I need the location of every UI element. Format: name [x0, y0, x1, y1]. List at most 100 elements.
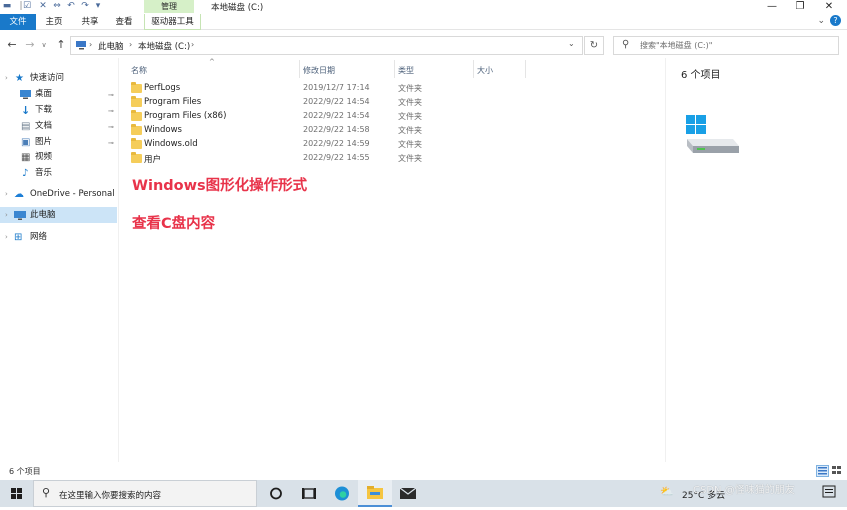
nav-onedrive[interactable]: OneDrive - Personal [30, 187, 115, 202]
details-view-icon[interactable] [816, 465, 829, 477]
close-button[interactable]: ✕ [814, 0, 844, 14]
pin-icon[interactable]: ⊸ [108, 139, 114, 147]
nav-music[interactable]: 音乐 [35, 166, 52, 181]
maximize-button[interactable]: ❐ [785, 0, 815, 14]
rename-icon[interactable]: ⇔ [52, 1, 62, 11]
breadcrumb-this-pc[interactable]: 此电脑 [98, 40, 124, 52]
undo-icon[interactable]: ↶ [66, 1, 76, 11]
status-item-count: 6 个项目 [9, 467, 41, 476]
network-icon: ⊞ [14, 232, 23, 243]
folder-icon [131, 96, 142, 107]
file-type: 文件夹 [398, 140, 422, 149]
file-date: 2022/9/22 14:54 [303, 97, 370, 106]
file-type: 文件夹 [398, 98, 422, 107]
forward-arrow-icon[interactable]: → [24, 38, 36, 52]
breadcrumb-separator-icon: › [191, 40, 195, 49]
folder-icon [131, 110, 142, 121]
column-separator[interactable] [525, 60, 526, 78]
search-input[interactable]: ⚲ 搜索"本地磁盘 (C:)" [613, 36, 839, 55]
column-header-date[interactable]: 修改日期 [303, 65, 335, 76]
task-view-icon[interactable] [292, 480, 326, 507]
notification-center-icon[interactable] [822, 485, 836, 500]
expand-ribbon-icon[interactable]: ⌄ [817, 16, 825, 26]
back-arrow-icon[interactable]: ← [6, 38, 18, 52]
tab-share[interactable]: 共享 [76, 14, 104, 30]
column-separator[interactable] [394, 60, 395, 78]
customize-quick-access-icon[interactable]: ▾ [93, 1, 103, 11]
file-type: 文件夹 [398, 154, 422, 163]
nav-network[interactable]: 网络 [30, 230, 47, 245]
table-row[interactable]: 用户 2022/9/22 14:55 文件夹 [129, 152, 429, 166]
delete-icon[interactable]: ✕ [38, 1, 48, 11]
column-separator[interactable] [299, 60, 300, 78]
breadcrumb-local-disk[interactable]: 本地磁盘 (C:) [138, 40, 190, 52]
file-date: 2022/9/22 14:58 [303, 125, 370, 134]
pin-icon[interactable]: ⊸ [108, 123, 114, 131]
file-explorer-icon[interactable] [358, 480, 392, 507]
breadcrumb-separator-icon: › [129, 40, 133, 49]
drive-icon[interactable]: ▬ [2, 1, 12, 11]
pin-icon[interactable]: ⊸ [108, 91, 114, 99]
tab-file[interactable]: 文件 [0, 14, 36, 30]
mail-icon[interactable] [391, 480, 425, 507]
tab-view[interactable]: 查看 [110, 14, 138, 30]
expand-chevron-icon[interactable]: › [5, 208, 8, 223]
navigation-bar: ← → ∨ ↑ › 此电脑 › 本地磁盘 (C:) › ⌄ ↻ ⚲ 搜索"本地磁… [0, 34, 847, 56]
table-row[interactable]: Windows 2022/9/22 14:58 文件夹 [129, 124, 429, 138]
table-row[interactable]: PerfLogs 2019/12/7 17:14 文件夹 [129, 82, 429, 96]
file-name: Program Files [144, 97, 202, 107]
edge-browser-icon[interactable] [325, 480, 359, 507]
properties-icon[interactable]: ☑ [22, 1, 32, 11]
nav-pictures[interactable]: 图片 [35, 135, 52, 150]
nav-documents[interactable]: 文档 [35, 119, 52, 134]
breadcrumb-separator-icon: › [89, 40, 93, 49]
start-button[interactable] [0, 480, 33, 507]
tab-drive-tools[interactable]: 驱动器工具 [144, 14, 201, 30]
annotation-text: 查看C盘内容 [132, 216, 216, 232]
up-arrow-icon[interactable]: ↑ [55, 38, 67, 52]
table-row[interactable]: Program Files 2022/9/22 14:54 文件夹 [129, 96, 429, 110]
nav-videos[interactable]: 视频 [35, 150, 52, 165]
taskbar-search-input[interactable]: ⚲ 在这里输入你要搜索的内容 [33, 480, 257, 507]
column-header-type[interactable]: 类型 [398, 65, 414, 76]
search-placeholder: 搜索"本地磁盘 (C:)" [640, 41, 713, 50]
weather-cloud-sun-icon: ⛅ [660, 485, 674, 498]
expand-chevron-icon[interactable]: › [5, 230, 8, 245]
folder-icon [131, 152, 142, 163]
pin-icon[interactable]: ⊸ [108, 107, 114, 115]
sort-ascending-icon: ^ [209, 58, 215, 66]
column-header-size[interactable]: 大小 [477, 65, 493, 76]
help-icon[interactable]: ? [830, 15, 841, 26]
file-date: 2019/12/7 17:14 [303, 83, 370, 92]
expand-chevron-icon[interactable]: › [5, 187, 8, 202]
tab-home[interactable]: 主页 [40, 14, 68, 30]
item-count-heading: 6 个项目 [681, 70, 721, 81]
address-bar[interactable]: › 此电脑 › 本地磁盘 (C:) › ⌄ [70, 36, 583, 55]
file-name: Program Files (x86) [144, 111, 227, 121]
table-row[interactable]: Windows.old 2022/9/22 14:59 文件夹 [129, 138, 429, 152]
cortana-icon[interactable] [259, 480, 293, 507]
table-row[interactable]: Program Files (x86) 2022/9/22 14:54 文件夹 [129, 110, 429, 124]
redo-icon[interactable]: ↷ [80, 1, 90, 11]
minimize-button[interactable]: — [757, 0, 787, 14]
file-list: ^ 名称 修改日期 类型 大小 PerfLogs 2019/12/7 17:14… [119, 58, 664, 462]
manage-context-tab[interactable]: 管理 [144, 0, 194, 13]
large-icons-view-icon[interactable] [831, 465, 844, 477]
file-type: 文件夹 [398, 84, 422, 93]
local-disk-drive-icon [683, 113, 743, 163]
music-icon: ♪ [22, 168, 29, 179]
recent-locations-chevron-icon[interactable]: ∨ [38, 38, 50, 52]
videos-icon: ▦ [21, 152, 31, 163]
onedrive-cloud-icon: ☁ [14, 189, 24, 200]
nav-quick-access[interactable]: 快速访问 [30, 71, 64, 86]
address-history-chevron-icon[interactable]: ⌄ [568, 39, 575, 48]
this-pc-icon [75, 40, 88, 50]
nav-desktop[interactable]: 桌面 [35, 87, 52, 102]
file-date: 2022/9/22 14:54 [303, 111, 370, 120]
refresh-icon[interactable]: ↻ [584, 36, 604, 55]
nav-this-pc[interactable]: 此电脑 [30, 208, 56, 223]
folder-icon [131, 82, 142, 93]
column-header-name[interactable]: 名称 [131, 65, 147, 76]
nav-downloads[interactable]: 下载 [35, 103, 52, 118]
column-separator[interactable] [473, 60, 474, 78]
